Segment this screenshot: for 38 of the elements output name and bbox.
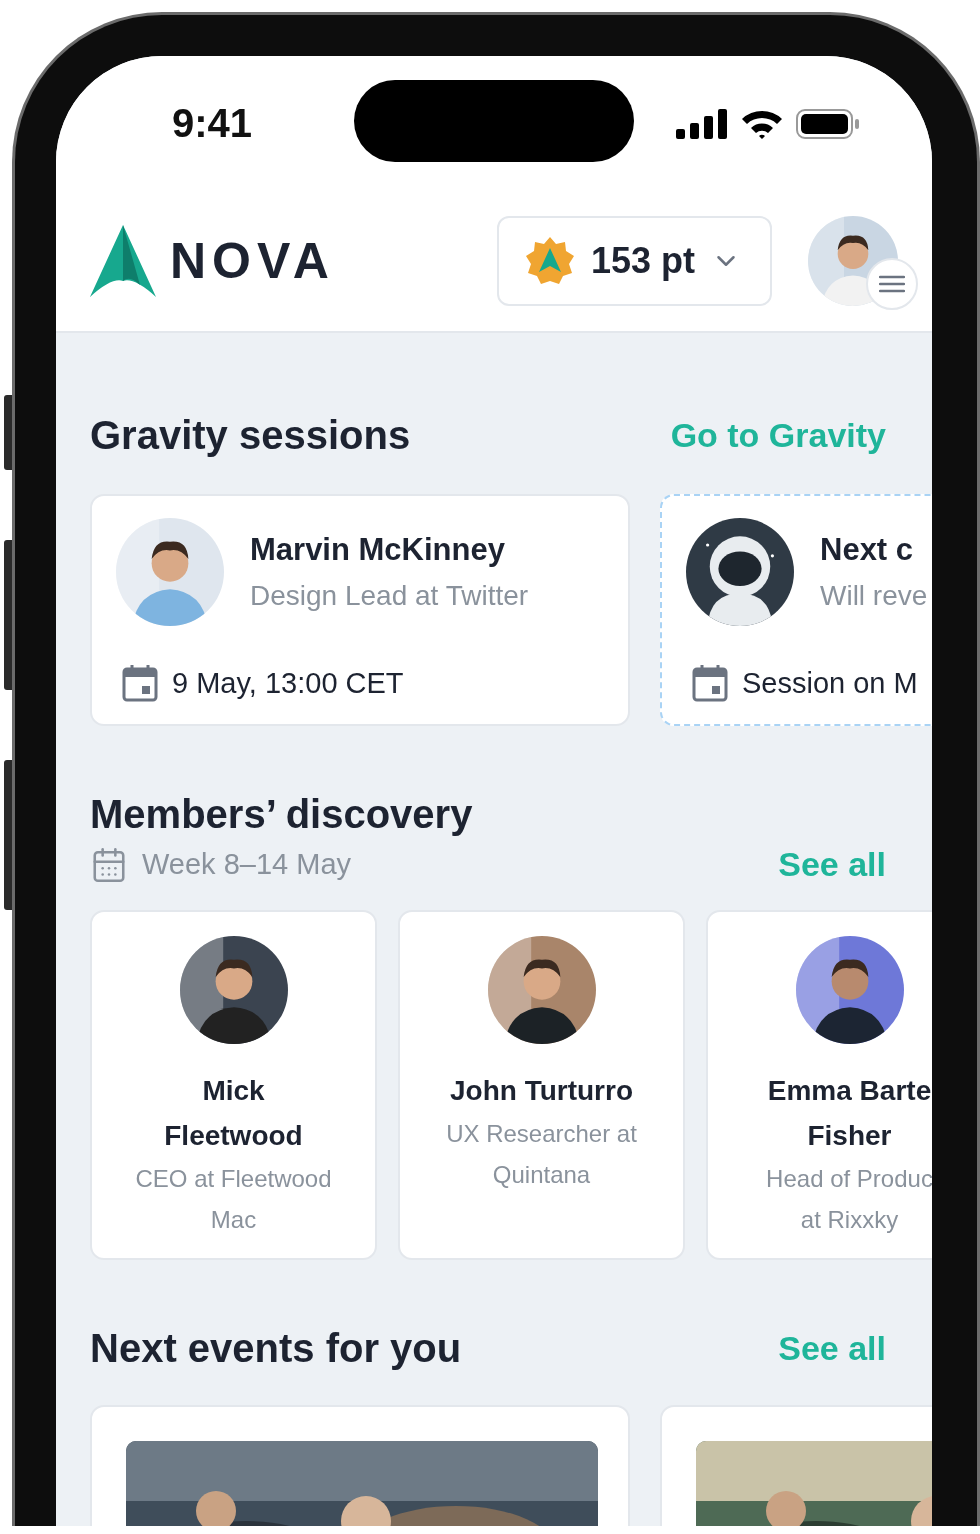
member-card[interactable]: Mick Fleetwood CEO at Fleetwood Mac: [90, 910, 377, 1260]
section-title: Gravity sessions: [90, 413, 411, 458]
upcoming-session-card[interactable]: Next c Will reve Session on M: [660, 494, 932, 726]
menu-button[interactable]: [866, 258, 918, 310]
status-time: 9:41: [170, 101, 253, 146]
battery-icon: [796, 108, 860, 139]
member-role: Mac: [210, 1205, 257, 1235]
member-role: UX Researcher at: [446, 1119, 637, 1149]
member-name: Mick: [202, 1074, 265, 1108]
signal-icon: [676, 108, 728, 139]
session-role: Will reve: [820, 580, 928, 612]
session-date: Session on M: [742, 666, 918, 700]
member-role: CEO at Fleetwood: [135, 1164, 332, 1194]
calendar-icon: [692, 664, 728, 702]
week-range: Week 8–14 May: [142, 848, 352, 881]
member-role: Quintana: [492, 1160, 591, 1190]
section-title: Next events for you: [90, 1326, 462, 1371]
badge-icon: [525, 236, 575, 286]
session-name: Marvin McKinney: [250, 532, 505, 567]
member-role: Head of Produc: [766, 1164, 932, 1194]
member-card[interactable]: John Turturro UX Researcher at Quintana: [398, 910, 685, 1260]
calendar-icon: [122, 664, 158, 702]
section-title: Members’ discovery: [90, 792, 473, 837]
member-name: Fisher: [807, 1119, 892, 1153]
session-date: 9 May, 13:00 CET: [172, 666, 404, 700]
logo-text: NOVA: [170, 232, 335, 290]
session-card[interactable]: Marvin McKinney Design Lead at Twitter 9 May, 13:00 CET: [90, 494, 630, 726]
member-name: Fleetwood: [164, 1119, 303, 1153]
member-card[interactable]: Emma Barte Fisher Head of Produc at Rixxky: [706, 910, 932, 1260]
points-button[interactable]: 153 pt: [497, 216, 772, 306]
menu-icon: [879, 275, 905, 293]
calendar-icon: [90, 845, 128, 884]
member-name: John Turturro: [450, 1074, 633, 1108]
logo-icon: [90, 225, 156, 297]
session-name: Next c: [820, 532, 914, 567]
session-role: Design Lead at Twitter: [250, 580, 529, 612]
member-name: Emma Barte: [767, 1074, 932, 1108]
member-role: at Rixxky: [800, 1205, 899, 1235]
